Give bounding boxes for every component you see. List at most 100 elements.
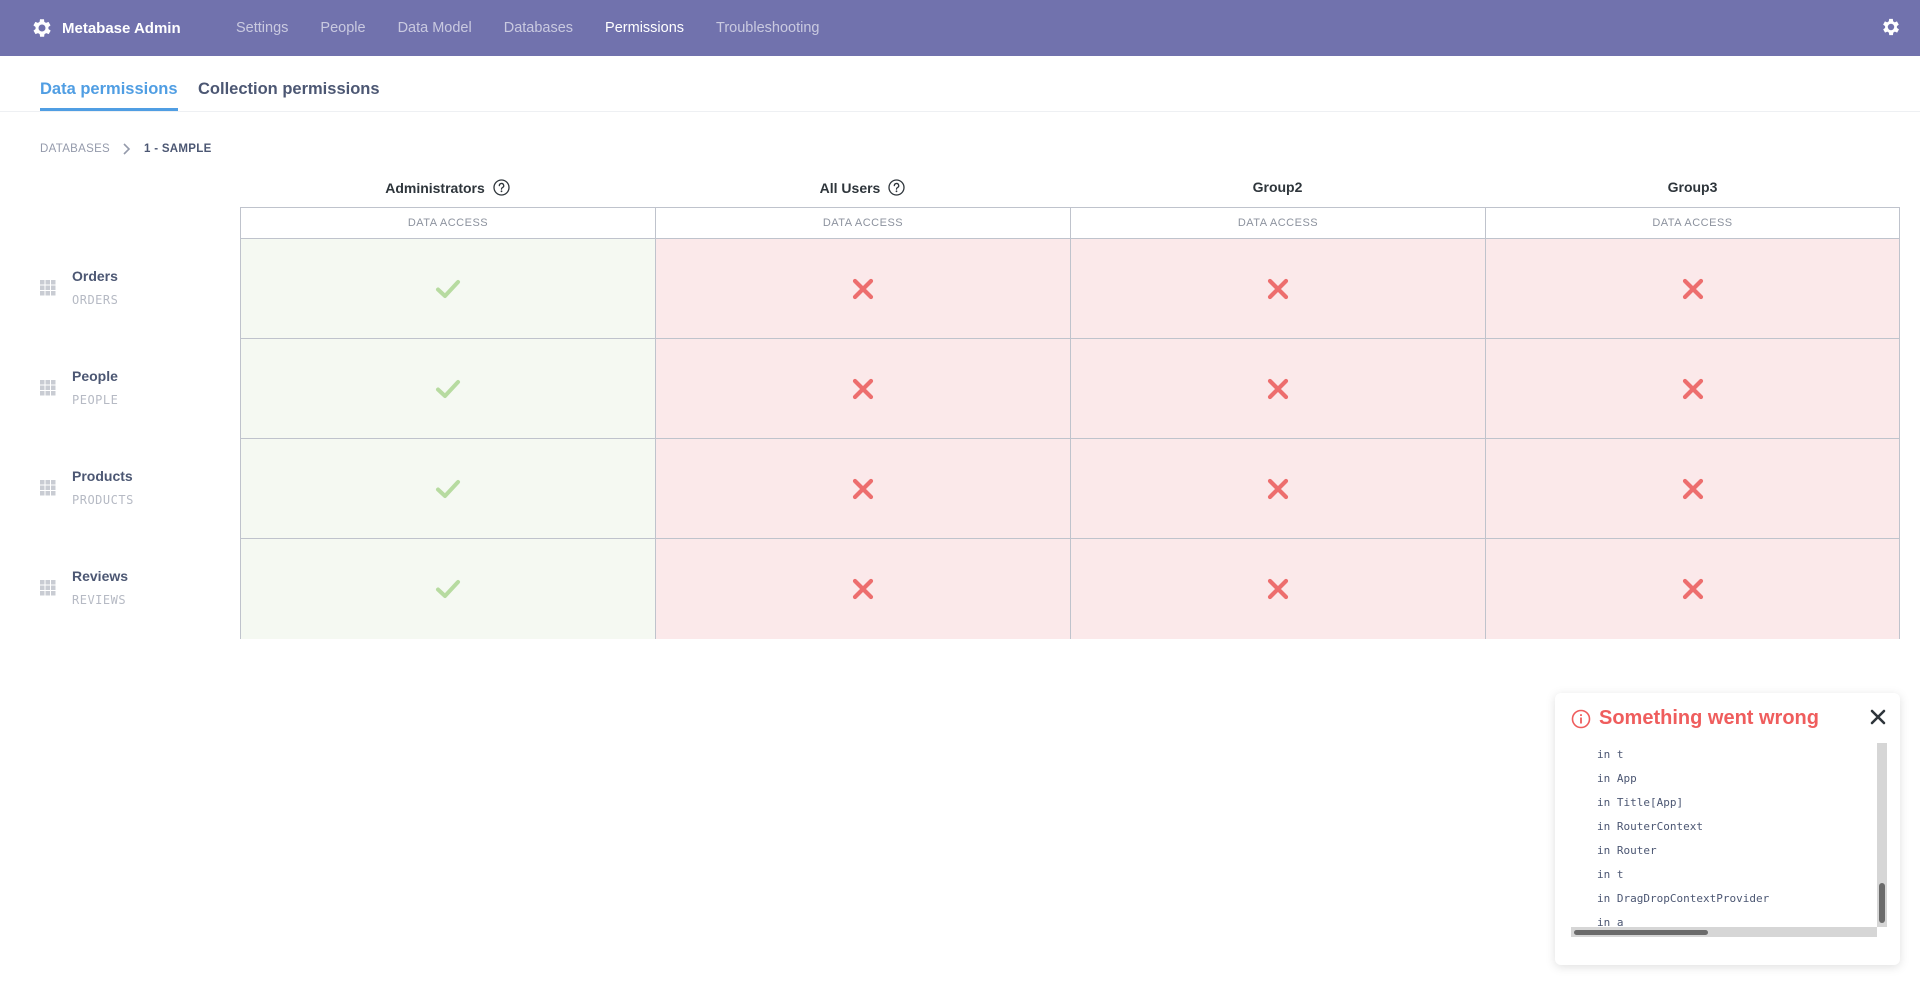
nav-item-people[interactable]: People (320, 20, 365, 36)
data-access-subheader: DATA ACCESS (241, 208, 656, 239)
gear-icon (33, 19, 51, 37)
close-x-icon (1267, 578, 1289, 600)
permission-cell[interactable] (1071, 439, 1486, 539)
info-icon (1571, 709, 1591, 728)
error-title: Something went wrong (1599, 707, 1819, 729)
stack-trace-line: in RouterContext (1597, 820, 1703, 833)
permissions-tabs: Data permissions Collection permissions (0, 56, 1920, 112)
help-icon[interactable] (888, 179, 905, 196)
permissions-grid: DATA ACCESS DATA ACCESS DATA ACCESS DATA AC… (240, 207, 1900, 639)
table-name: Orders (72, 268, 118, 284)
table-schema-name: PEOPLE (72, 393, 119, 407)
data-access-subheader: DATA ACCESS (1071, 208, 1486, 239)
group-header-group2: Group2 (1070, 179, 1485, 195)
group-name: Group2 (1252, 179, 1303, 195)
table-row-label-reviews: Reviews REVIEWS (40, 568, 128, 608)
close-x-icon (852, 578, 874, 600)
permission-cell[interactable] (241, 239, 656, 339)
permission-cell[interactable] (656, 539, 1071, 639)
check-icon (436, 379, 460, 398)
table-label-text: People PEOPLE (72, 368, 118, 407)
data-access-subheader: DATA ACCESS (1486, 208, 1899, 239)
table-row-label-people: People PEOPLE (40, 368, 118, 408)
permission-cell[interactable] (1486, 339, 1899, 439)
nav-item-troubleshooting[interactable]: Troubleshooting (716, 20, 819, 36)
stack-trace-line: in t (1597, 868, 1624, 881)
table-schema-name: PRODUCTS (72, 493, 134, 507)
tab-collection-permissions[interactable]: Collection permissions (198, 80, 380, 108)
permission-cell[interactable] (241, 339, 656, 439)
close-x-icon (1682, 278, 1703, 299)
table-name: Products (72, 468, 133, 484)
admin-nav-items: Settings People Data Model Databases Permiss… (236, 20, 851, 36)
close-icon[interactable] (1870, 709, 1886, 725)
table-schema-name: ORDERS (72, 293, 119, 307)
nav-item-databases[interactable]: Databases (504, 20, 573, 36)
permission-cell[interactable] (656, 239, 1071, 339)
breadcrumb-current: 1 - SAMPLE (144, 143, 212, 155)
breadcrumb: DATABASES 1 - SAMPLE (40, 143, 212, 155)
close-x-icon (852, 478, 874, 499)
table-grid-icon (40, 580, 56, 596)
group-name: All Users (819, 179, 881, 196)
permission-cell[interactable] (1486, 539, 1899, 639)
table-label-text: Products PRODUCTS (72, 468, 134, 507)
stack-trace-line: in Title[App] (1597, 796, 1684, 809)
nav-item-permissions[interactable]: Permissions (605, 20, 684, 36)
close-x-icon (1682, 578, 1703, 600)
check-icon (436, 479, 460, 498)
vertical-scrollbar-thumb[interactable] (1879, 883, 1885, 923)
check-icon (436, 279, 460, 298)
brand-label: Metabase Admin (62, 19, 181, 37)
permission-cell[interactable] (656, 339, 1071, 439)
admin-navbar: Metabase Admin Settings People Data Model D… (0, 0, 1920, 56)
permission-cell[interactable] (1071, 539, 1486, 639)
error-stack-trace: in t in App in Title[App] in RouterContext i… (1571, 743, 1877, 933)
stack-trace-line: in App (1597, 772, 1637, 785)
table-label-text: Orders ORDERS (72, 268, 118, 307)
breadcrumb-databases[interactable]: DATABASES (40, 143, 110, 155)
stack-trace-line: in Router (1597, 844, 1657, 857)
permission-cell[interactable] (241, 539, 656, 639)
close-x-icon (1682, 478, 1703, 499)
horizontal-scrollbar-thumb[interactable] (1574, 930, 1708, 935)
nav-item-settings[interactable]: Settings (236, 20, 288, 36)
close-x-icon (1682, 378, 1703, 399)
group-name: Group3 (1667, 179, 1718, 195)
close-x-icon (1267, 278, 1289, 299)
group-name: Administrators (385, 179, 485, 196)
permission-cell[interactable] (241, 439, 656, 539)
table-schema-name: REVIEWS (72, 593, 127, 607)
permission-cell[interactable] (656, 439, 1071, 539)
table-grid-icon (40, 280, 56, 296)
close-x-icon (852, 278, 874, 299)
table-row-label-orders: Orders ORDERS (40, 268, 118, 308)
table-grid-icon (40, 380, 56, 396)
close-x-icon (1267, 378, 1289, 399)
group-header-all-users: All Users (655, 179, 1070, 196)
error-toast-header: Something went wrong (1571, 707, 1819, 730)
tab-data-permissions[interactable]: Data permissions (40, 80, 178, 111)
permission-cell[interactable] (1486, 239, 1899, 339)
stack-trace-line: in DragDropContextProvider (1597, 892, 1770, 905)
data-access-subheader: DATA ACCESS (656, 208, 1071, 239)
settings-gear-icon[interactable] (1880, 16, 1902, 38)
permission-cell[interactable] (1071, 339, 1486, 439)
help-icon[interactable] (493, 179, 510, 196)
table-name: Reviews (72, 568, 129, 584)
table-grid-icon (40, 480, 56, 496)
close-x-icon (1267, 478, 1289, 499)
group-header-group3: Group3 (1485, 179, 1900, 195)
table-name: People (72, 368, 118, 384)
group-header-administrators: Administrators (240, 179, 655, 196)
stack-trace-line: in t (1597, 748, 1624, 761)
close-x-icon (852, 378, 874, 399)
permission-cell[interactable] (1486, 439, 1899, 539)
nav-item-data-model[interactable]: Data Model (398, 20, 472, 36)
table-row-label-products: Products PRODUCTS (40, 468, 134, 508)
chevron-right-icon (123, 143, 131, 155)
permission-cell[interactable] (1071, 239, 1486, 339)
check-icon (436, 580, 460, 598)
table-label-text: Reviews REVIEWS (72, 568, 128, 607)
admin-brand[interactable]: Metabase Admin (30, 16, 212, 40)
